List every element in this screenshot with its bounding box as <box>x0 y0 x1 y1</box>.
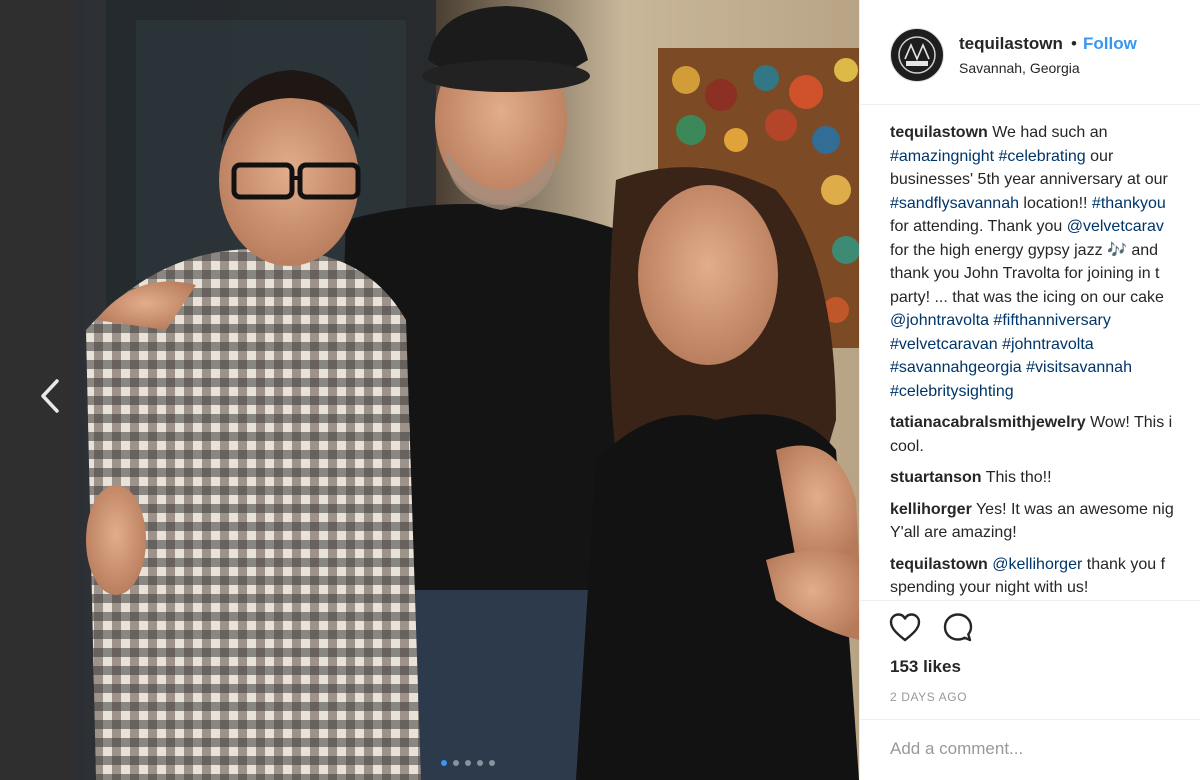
post-actions: 153 likes 2 DAYS AGO <box>860 600 1200 780</box>
carousel-dot[interactable] <box>464 760 471 766</box>
caption-line: #savannahgeorgia #visitsavannah <box>890 356 1200 380</box>
comment-text: Wow! This i <box>1090 414 1173 431</box>
hashtag-link[interactable]: #celebrating <box>999 148 1086 165</box>
caption-text: our <box>1085 147 1114 165</box>
post-location[interactable]: Savannah, Georgia <box>959 60 1080 76</box>
caption-line: #sandflysavannah location!! #thankyou <box>890 192 1200 216</box>
hashtag-link[interactable]: #savannahgeorgia <box>890 359 1022 376</box>
heart-icon <box>889 613 921 642</box>
caption-line: for the high energy gypsy jazz 🎶 and <box>890 239 1200 263</box>
comment-text: Yes! It was an awesome nig <box>975 500 1174 518</box>
comment-text: This tho!! <box>985 469 1052 486</box>
hashtag-link[interactable]: #velvetcaravan <box>890 336 998 353</box>
caption-text: for attending. Thank you <box>890 218 1067 235</box>
comments-list: tequilastown We had such an #amazingnight… <box>890 121 1200 608</box>
caption-line: #celebritysighting <box>890 380 1200 404</box>
caption-line: for attending. Thank you @velvetcarav <box>890 215 1200 239</box>
comment-item: stuartanson This tho!! <box>890 466 1200 490</box>
post-photo[interactable] <box>76 0 859 780</box>
photo-illustration <box>76 0 859 780</box>
comment-username[interactable]: stuartanson <box>890 469 982 486</box>
carousel-dot[interactable] <box>452 760 459 766</box>
caption-text: party! ... that was the icing on our cak… <box>890 288 1164 306</box>
comment-line: kellihorger Yes! It was an awesome nig <box>890 498 1200 522</box>
comment-line: tequilastown @kellihorger thank you f <box>890 553 1200 577</box>
comment-username[interactable]: tequilastown <box>890 556 988 573</box>
separator-bullet: • <box>1071 34 1077 53</box>
hashtag-link[interactable]: #amazingnight <box>890 148 994 165</box>
caption-text: thank you John Travolta for joining in t <box>890 265 1160 282</box>
carousel-dot[interactable] <box>440 760 447 766</box>
caption-line: #velvetcaravan #johntravolta <box>890 333 1200 357</box>
carousel-indicator <box>76 760 859 766</box>
add-comment-bar <box>860 719 1200 780</box>
hashtag-link[interactable]: #visitsavannah <box>1026 359 1132 376</box>
like-button[interactable] <box>888 611 922 645</box>
hashtag-link[interactable]: #fifthanniversary <box>993 312 1110 329</box>
post-username[interactable]: tequilastown <box>959 34 1063 54</box>
avatar[interactable] <box>890 28 944 82</box>
mention-link[interactable]: @kellihorger <box>992 556 1082 573</box>
caption-text: for the high energy gypsy jazz 🎶 and <box>890 241 1159 259</box>
caption-text: businesses' 5th year anniversary at our <box>890 171 1168 188</box>
comment-text: thank you f <box>1082 555 1166 573</box>
caption-line: tequilastown We had such an <box>890 121 1200 145</box>
carousel-dot[interactable] <box>488 760 495 766</box>
comment-item: tequilastown @kellihorger thank you f spe… <box>890 553 1200 600</box>
caption-line: @johntravolta #fifthanniversary <box>890 309 1200 333</box>
hashtag-link[interactable]: #celebritysighting <box>890 383 1014 400</box>
comment-text: cool. <box>890 437 924 455</box>
caption-line: businesses' 5th year anniversary at our <box>890 168 1200 192</box>
caption-line: #amazingnight #celebrating our <box>890 145 1200 169</box>
caption-line: thank you John Travolta for joining in t <box>890 262 1200 286</box>
likes-count[interactable]: 153 likes <box>890 657 961 677</box>
mention-link[interactable]: @johntravolta <box>890 312 989 329</box>
brand-logo-icon <box>898 36 936 74</box>
caption-username[interactable]: tequilastown <box>890 124 992 141</box>
comment-line: stuartanson This tho!! <box>890 466 1200 490</box>
post-caption: tequilastown We had such an #amazingnight… <box>890 121 1200 403</box>
post-side-panel: tequilastown • Follow Savannah, Georgia … <box>859 0 1200 780</box>
hashtag-link[interactable]: #johntravolta <box>1002 336 1094 353</box>
caption-line: party! ... that was the icing on our cak… <box>890 286 1200 310</box>
hashtag-link[interactable]: #thankyou <box>1092 195 1166 212</box>
post-timestamp[interactable]: 2 DAYS AGO <box>890 690 967 704</box>
post-header: tequilastown • Follow Savannah, Georgia <box>860 0 1200 105</box>
carousel-dot[interactable] <box>476 760 483 766</box>
comment-item: tatianacabralsmithjewelry Wow! This i coo… <box>890 411 1200 458</box>
mention-link[interactable]: @velvetcarav <box>1067 218 1164 235</box>
comment-line: tatianacabralsmithjewelry Wow! This i <box>890 411 1200 435</box>
comment-text: spending your night with us! <box>890 579 1089 596</box>
hashtag-link[interactable]: #sandflysavannah <box>890 195 1019 212</box>
comment-username[interactable]: tatianacabralsmithjewelry <box>890 414 1086 431</box>
follow-button[interactable]: Follow <box>1083 34 1137 54</box>
add-comment-input[interactable] <box>888 738 1192 760</box>
caption-text: location!! <box>1018 194 1092 212</box>
chevron-left-icon <box>41 379 59 413</box>
comment-username[interactable]: kellihorger <box>890 501 972 518</box>
previous-post-button[interactable] <box>34 374 66 418</box>
comment-button[interactable] <box>941 611 975 645</box>
caption-text: We had such an <box>992 124 1108 141</box>
comment-bubble-icon <box>943 613 973 642</box>
comment-text: Y'all are amazing! <box>890 524 1017 541</box>
comment-item: kellihorger Yes! It was an awesome nig Y'… <box>890 498 1200 545</box>
